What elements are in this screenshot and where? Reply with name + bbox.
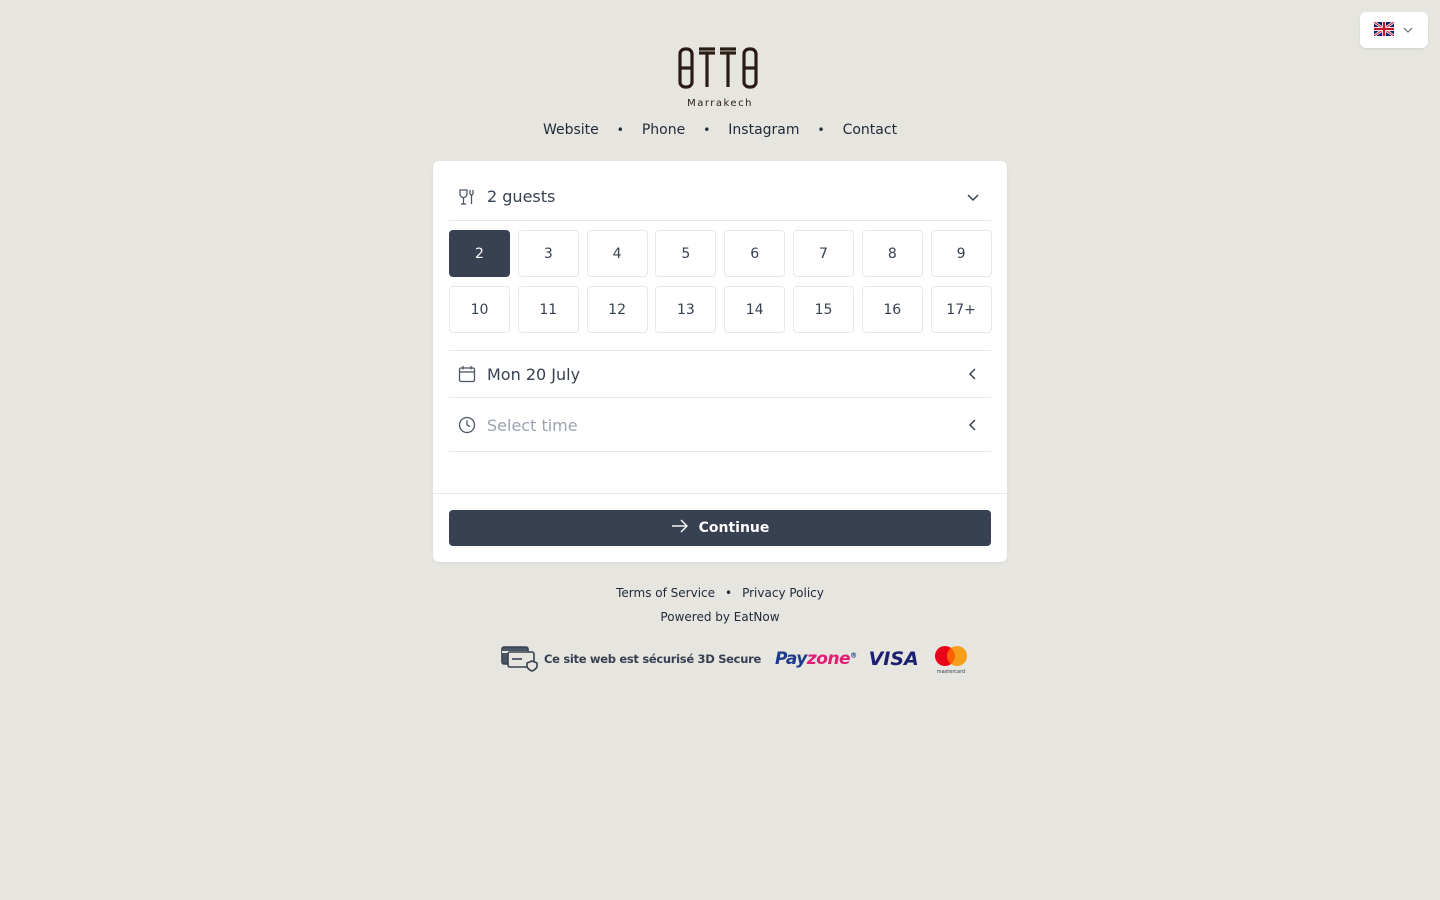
guest-option-button[interactable]: 16 — [861, 286, 923, 333]
guests-selector[interactable]: 2 guests — [449, 173, 991, 221]
privacy-link[interactable]: Privacy Policy — [742, 586, 824, 600]
nav-phone[interactable]: Phone — [642, 122, 685, 138]
guest-option-button[interactable]: 3 — [517, 230, 579, 277]
guest-option-button[interactable]: 8 — [861, 230, 923, 277]
guest-option-button[interactable]: 11 — [517, 286, 579, 333]
nav-separator: • — [817, 123, 825, 137]
guest-option-button[interactable]: 13 — [655, 286, 717, 333]
guest-option-button[interactable]: 17+ — [930, 286, 992, 333]
arrow-right-icon — [671, 518, 689, 538]
chevron-down-icon — [1402, 21, 1414, 40]
date-selector[interactable]: Mon 20 July — [449, 350, 991, 398]
nav-website[interactable]: Website — [543, 122, 599, 138]
guest-option-button[interactable]: 14 — [724, 286, 786, 333]
time-selector[interactable]: Select time — [449, 399, 991, 452]
powered-by: Powered by EatNow — [660, 610, 780, 624]
time-placeholder: Select time — [487, 415, 578, 435]
guest-option-button[interactable]: 6 — [724, 230, 786, 277]
secure-card-icon — [500, 642, 540, 676]
visa-logo: VISA — [868, 648, 919, 670]
date-label: Mon 20 July — [487, 364, 581, 384]
guests-label: 2 guests — [487, 187, 556, 206]
clock-icon — [457, 415, 477, 435]
guest-option-button[interactable]: 12 — [586, 286, 648, 333]
calendar-icon — [457, 364, 477, 384]
nav-separator: • — [616, 123, 624, 137]
guest-option-button[interactable]: 9 — [930, 230, 992, 277]
footer-separator: • — [725, 586, 733, 600]
guest-option-button[interactable]: 2 — [449, 230, 510, 277]
guest-option-button[interactable]: 10 — [449, 286, 510, 333]
nav-separator: • — [703, 123, 711, 137]
terms-link[interactable]: Terms of Service — [616, 586, 715, 600]
guest-count-grid: 2 3 4 5 6 7 8 9 10 11 12 13 14 15 16 17+ — [449, 230, 992, 333]
uk-flag-icon — [1373, 20, 1395, 40]
chevron-left-icon — [963, 415, 983, 435]
mastercard-logo: mastercard — [933, 643, 969, 675]
glass-fork-icon — [457, 187, 477, 207]
secure-text: Ce site web est sécurisé 3D Secure — [544, 652, 761, 666]
guest-option-button[interactable]: 7 — [792, 230, 854, 277]
svg-text:mastercard: mastercard — [937, 669, 965, 675]
logo-location: Marrakech — [687, 98, 753, 109]
chevron-down-icon — [963, 187, 983, 207]
booking-card: 2 guests 2 3 4 5 6 7 8 9 10 11 12 13 14 15 16 17+ Mon 2… — [433, 161, 1007, 562]
top-nav: Website • Phone • Instagram • Contact — [0, 122, 1440, 138]
payment-badges: Ce site web est sécurisé 3D Secure Payzo… — [500, 642, 967, 676]
continue-label: Continue — [698, 520, 770, 536]
chevron-left-icon — [963, 364, 983, 384]
continue-button[interactable]: Continue — [449, 510, 991, 546]
language-selector[interactable] — [1360, 12, 1428, 48]
payzone-logo: Payzone® — [774, 649, 857, 669]
guest-option-button[interactable]: 4 — [586, 230, 648, 277]
guest-option-button[interactable]: 15 — [792, 286, 854, 333]
nav-contact[interactable]: Contact — [843, 122, 897, 138]
card-divider — [433, 493, 1007, 494]
guest-option-button[interactable]: 5 — [655, 230, 717, 277]
nav-instagram[interactable]: Instagram — [728, 122, 799, 138]
footer-links: Terms of Service • Privacy Policy — [0, 586, 1440, 600]
